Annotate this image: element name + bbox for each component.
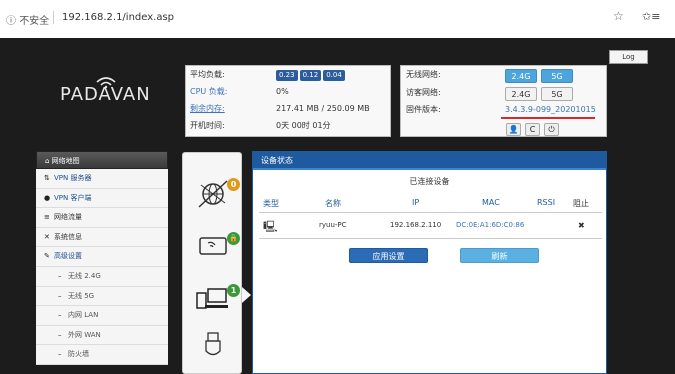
load-5min: 0.12 bbox=[299, 70, 322, 81]
globe-icon: ● bbox=[44, 193, 51, 202]
firmware-underline bbox=[501, 117, 595, 119]
dash-icon: – bbox=[58, 311, 62, 320]
device-status-panel: 设备状态 已连接设备 类型 名称 IP MAC RSSI 阻止 🖳 ryuu-P… bbox=[252, 151, 607, 374]
device-status-title: 设备状态 bbox=[253, 152, 606, 170]
router-admin-page: Log PADAVAN 平均负载: 0.23 0.12 0.04 CPU 负载: 0… bbox=[0, 38, 675, 374]
reboot-icon[interactable]: C bbox=[525, 123, 540, 136]
mem-label[interactable]: 剩余内存: bbox=[190, 104, 225, 113]
header-divider bbox=[259, 212, 602, 213]
load-1min: 0.23 bbox=[276, 70, 298, 81]
column-block[interactable]: 阻止 bbox=[573, 198, 589, 209]
clients-icon[interactable] bbox=[195, 287, 229, 313]
system-stats-panel: 平均负载: 0.23 0.12 0.04 CPU 负载: 0% 剩余内存: 217.… bbox=[185, 65, 391, 137]
wrench-icon: ✎ bbox=[44, 252, 50, 261]
favorites-icon[interactable]: ✩≡ bbox=[642, 10, 660, 23]
internet-globe-icon[interactable] bbox=[197, 177, 231, 211]
sidebar-item-label: 内网 LAN bbox=[68, 311, 99, 320]
network-panel: 无线网络: 2.4G 5G 访客网络: 2.4G 5G 固件版本: 3.4.3.… bbox=[400, 65, 607, 137]
menu-header-network-map[interactable]: ⌂ 网络地图 bbox=[36, 151, 168, 169]
computer-icon: 🖳 bbox=[263, 220, 278, 233]
browser-address-bar: ⓘ 不安全 192.168.2.1/index.asp ☆ ✩≡ bbox=[0, 0, 675, 38]
sidebar-item-label: 无线 5G bbox=[68, 291, 95, 300]
sidebar-item-label: 系统信息 bbox=[54, 232, 82, 241]
firmware-version-link[interactable]: 3.4.3.9-099_20201015 bbox=[505, 105, 596, 114]
sidebar-menu: ⌂ 网络地图 ⇅ VPN 服务器 ● VPN 客户端 ≡ 网络流量 ✕ 系统信息 ✎ 高级… bbox=[36, 151, 168, 365]
internet-status-badge: 0 bbox=[227, 178, 240, 191]
column-mac[interactable]: MAC bbox=[482, 198, 500, 207]
load-15min: 0.04 bbox=[323, 70, 345, 81]
mem-value: 217.41 MB / 250.09 MB bbox=[276, 104, 370, 113]
network-map-column: 0 🔒 1 bbox=[182, 152, 242, 374]
guest-24g-button[interactable]: 2.4G bbox=[505, 87, 537, 101]
router-icon[interactable] bbox=[198, 235, 228, 257]
sidebar-item-advanced[interactable]: ✎ 高级设置 bbox=[36, 247, 168, 267]
apply-settings-button[interactable]: 应用设置 bbox=[349, 248, 428, 263]
block-device-button[interactable]: ✖ bbox=[578, 221, 585, 230]
uptime-label: 开机时间: bbox=[190, 121, 225, 130]
power-icon[interactable]: ⏻ bbox=[544, 123, 559, 136]
sidebar-item-vpn-client[interactable]: ● VPN 客户端 bbox=[36, 188, 168, 209]
dash-icon: – bbox=[58, 291, 62, 300]
menu-header-label: 网络地图 bbox=[51, 157, 80, 165]
device-mac: DC:0E:A1:6D:C0:86 bbox=[456, 221, 525, 229]
column-type[interactable]: 类型 bbox=[263, 198, 279, 209]
list-icon: ≡ bbox=[44, 213, 50, 222]
uptime-value: 0天 00时 01分 bbox=[276, 121, 331, 130]
column-ip[interactable]: IP bbox=[412, 198, 419, 207]
sidebar-item-wireless-24g[interactable]: – 无线 2.4G bbox=[36, 266, 168, 287]
shuffle-icon: ✕ bbox=[44, 232, 50, 241]
sidebar-item-label: VPN 服务器 bbox=[54, 174, 92, 182]
padavan-logo: PADAVAN bbox=[60, 84, 151, 105]
row-divider bbox=[259, 238, 602, 239]
bookmark-star-icon[interactable]: ☆ bbox=[613, 9, 624, 23]
clients-count-badge: 1 bbox=[227, 284, 240, 297]
guest-5g-button[interactable]: 5G bbox=[541, 87, 573, 101]
cpu-label[interactable]: CPU 负载: bbox=[190, 87, 228, 96]
sidebar-item-label: 高级设置 bbox=[54, 252, 82, 261]
load-values: 0.23 0.12 0.04 bbox=[276, 67, 347, 83]
swap-icon: ⇅ bbox=[44, 174, 50, 182]
sidebar-item-lan[interactable]: – 内网 LAN bbox=[36, 306, 168, 326]
sidebar-item-system-info[interactable]: ✕ 系统信息 bbox=[36, 227, 168, 248]
sidebar-item-label: 防火墙 bbox=[68, 350, 89, 359]
home-icon: ⌂ bbox=[45, 157, 52, 165]
wireless-24g-button[interactable]: 2.4G bbox=[505, 69, 537, 83]
selection-pointer bbox=[242, 287, 251, 303]
dash-icon: – bbox=[58, 271, 62, 280]
sidebar-item-label: 外网 WAN bbox=[68, 330, 101, 339]
device-name: ryuu-PC bbox=[319, 221, 347, 229]
column-rssi[interactable]: RSSI bbox=[537, 198, 555, 207]
sidebar-item-label: 网络流量 bbox=[54, 213, 82, 222]
cpu-value: 0% bbox=[276, 87, 289, 96]
connected-devices-label: 已连接设备 bbox=[409, 177, 450, 186]
wireless-label: 无线网络: bbox=[406, 70, 441, 79]
refresh-button[interactable]: 刷新 bbox=[460, 248, 539, 263]
dash-icon: – bbox=[58, 330, 62, 339]
security-indicator[interactable]: ⓘ 不安全 bbox=[6, 12, 49, 27]
sidebar-item-label: 无线 2.4G bbox=[68, 271, 101, 280]
wireless-5g-button[interactable]: 5G bbox=[541, 69, 573, 83]
column-name[interactable]: 名称 bbox=[325, 198, 341, 209]
address-separator bbox=[53, 11, 54, 24]
usb-icon[interactable] bbox=[203, 331, 223, 359]
security-label: 不安全 bbox=[19, 16, 50, 27]
sidebar-item-wireless-5g[interactable]: – 无线 5G bbox=[36, 286, 168, 307]
logout-button[interactable]: Log bbox=[609, 50, 648, 64]
load-label: 平均负载: bbox=[190, 70, 225, 79]
firmware-label: 固件版本: bbox=[406, 105, 441, 114]
sidebar-item-firewall[interactable]: – 防火墙 bbox=[36, 345, 168, 365]
sidebar-item-wan[interactable]: – 外网 WAN bbox=[36, 325, 168, 346]
sidebar-item-label: VPN 客户端 bbox=[54, 193, 92, 202]
sidebar-item-vpn-server[interactable]: ⇅ VPN 服务器 bbox=[36, 169, 168, 189]
dash-icon: – bbox=[58, 350, 62, 359]
device-ip: 192.168.2.110 bbox=[390, 221, 442, 229]
guest-label: 访客网络: bbox=[406, 88, 441, 97]
url-text[interactable]: 192.168.2.1/index.asp bbox=[62, 12, 174, 23]
router-lock-badge: 🔒 bbox=[227, 232, 240, 245]
user-icon[interactable]: 👤 bbox=[506, 123, 521, 136]
sidebar-item-traffic[interactable]: ≡ 网络流量 bbox=[36, 208, 168, 228]
